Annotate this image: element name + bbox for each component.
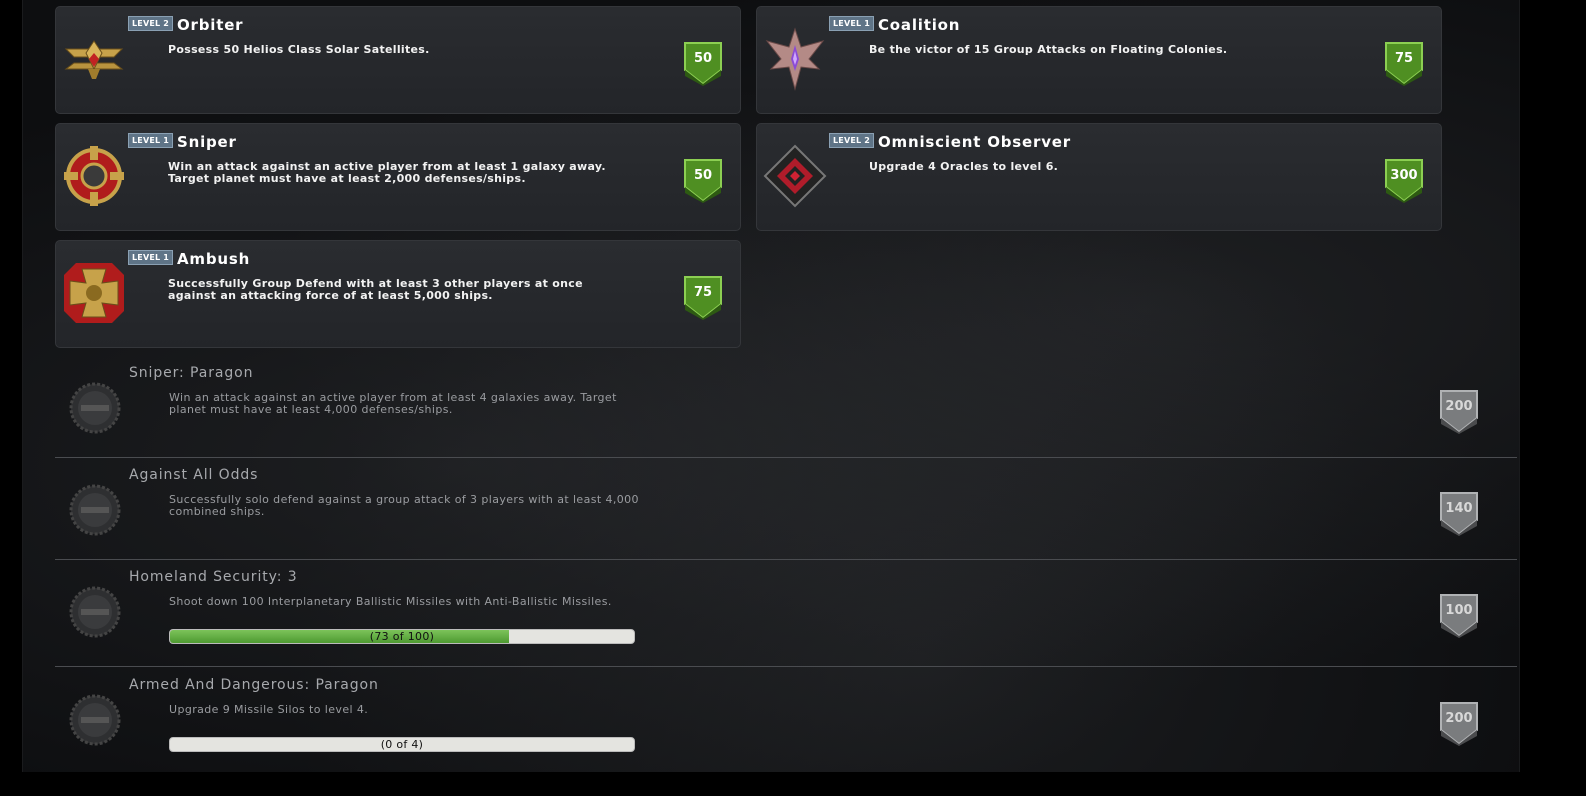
achievement-description: Upgrade 9 Missile Silos to level 4. [169, 703, 369, 716]
achievement-title: Sniper: Paragon [129, 365, 254, 381]
locked-seal-icon [69, 484, 121, 536]
achievement-title: Orbiter [177, 16, 244, 34]
achievement-title: Coalition [878, 16, 961, 34]
achievement-description: Upgrade 4 Oracles to level 6. [869, 160, 1059, 173]
points-value: 200 [1445, 711, 1473, 726]
achievement-description: Successfully solo defend against a group… [169, 493, 639, 518]
locked-seal-icon [69, 694, 121, 746]
points-badge: 200 [1438, 388, 1480, 434]
level-badge: LEVEL 1 [128, 250, 174, 265]
points-value: 50 [693, 51, 713, 66]
achievement-description: Successfully Group Defend with at least … [168, 277, 583, 302]
points-badge: 300 [1383, 157, 1425, 203]
achievement-description: Possess 50 Helios Class Solar Satellites… [168, 43, 430, 56]
achievement-description: Win an attack against an active player f… [168, 160, 606, 185]
achievements-page: LEVEL 2 Orbiter Possess 50 Helios Class … [22, 0, 1520, 772]
points-badge: 200 [1438, 700, 1480, 746]
locked-seal-icon [69, 382, 121, 434]
level-badge: LEVEL 2 [128, 16, 174, 31]
achievement-title: Against All Odds [129, 467, 259, 483]
achievement-description: Shoot down 100 Interplanetary Ballistic … [169, 595, 612, 608]
observer-icon [763, 144, 827, 208]
level-badge: LEVEL 1 [829, 16, 875, 31]
points-badge: 75 [682, 274, 724, 320]
progress-bar: (0 of 4) [169, 737, 635, 752]
points-badge: 50 [682, 157, 724, 203]
achievement-description: Be the victor of 15 Group Attacks on Flo… [869, 43, 1228, 56]
locked-seal-icon [69, 586, 121, 638]
points-value: 200 [1445, 399, 1473, 414]
points-value: 75 [1394, 51, 1414, 66]
progress-text: (73 of 100) [369, 630, 435, 643]
locked-achievement-row[interactable]: Sniper: Paragon Win an attack against an… [55, 356, 1517, 458]
achievement-title: Sniper [177, 133, 237, 151]
locked-achievement-row[interactable]: Homeland Security: 3 Shoot down 100 Inte… [55, 560, 1517, 667]
points-value: 100 [1445, 603, 1473, 618]
achievement-title: Homeland Security: 3 [129, 569, 298, 585]
achievement-card[interactable]: LEVEL 2 Omniscient Observer Upgrade 4 Or… [756, 123, 1442, 231]
achievement-card[interactable]: LEVEL 1 Ambush Successfully Group Defend… [55, 240, 741, 348]
points-badge: 140 [1438, 490, 1480, 536]
points-badge: 75 [1383, 40, 1425, 86]
ambush-icon [62, 261, 126, 325]
points-value: 300 [1390, 168, 1418, 183]
achievement-title: Armed And Dangerous: Paragon [129, 677, 379, 693]
sniper-icon [62, 144, 126, 208]
orbiter-icon [62, 27, 126, 91]
points-badge: 50 [682, 40, 724, 86]
points-value: 75 [693, 285, 713, 300]
achievement-title: Omniscient Observer [878, 133, 1071, 151]
progress-bar: (73 of 100) [169, 629, 635, 644]
achievement-card[interactable]: LEVEL 1 Sniper Win an attack against an … [55, 123, 741, 231]
achievement-card[interactable]: LEVEL 1 Coalition Be the victor of 15 Gr… [756, 6, 1442, 114]
achievement-description: Win an attack against an active player f… [169, 391, 617, 416]
locked-achievement-row[interactable]: Against All Odds Successfully solo defen… [55, 458, 1517, 560]
points-value: 50 [693, 168, 713, 183]
locked-achievement-row[interactable]: Armed And Dangerous: Paragon Upgrade 9 M… [55, 668, 1517, 770]
coalition-icon [763, 27, 827, 91]
achievement-card[interactable]: LEVEL 2 Orbiter Possess 50 Helios Class … [55, 6, 741, 114]
points-badge: 100 [1438, 592, 1480, 638]
progress-text: (0 of 4) [380, 738, 424, 751]
level-badge: LEVEL 1 [128, 133, 174, 148]
achievement-title: Ambush [177, 250, 251, 268]
points-value: 140 [1445, 501, 1473, 516]
level-badge: LEVEL 2 [829, 133, 875, 148]
